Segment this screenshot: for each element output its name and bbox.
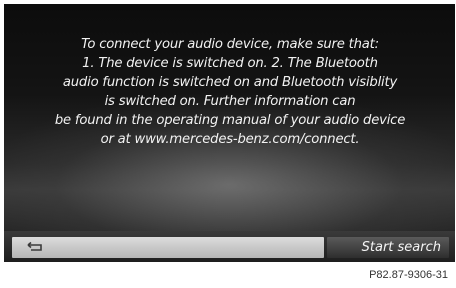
instruction-line: 1. The device is switched on. 2. The Blu…: [82, 56, 378, 71]
instruction-line: be found in the operating manual of your…: [54, 113, 406, 128]
display-screen: To connect your audio device, make sure …: [4, 4, 455, 262]
back-arrow-icon: [27, 241, 42, 251]
instruction-line: is switched on. Further information can: [104, 94, 356, 109]
connection-instructions: To connect your audio device, make sure …: [18, 35, 442, 149]
figure-reference-code: P82.87-9306-31: [369, 269, 448, 281]
instruction-line: audio function is switched on and Blueto…: [62, 75, 398, 90]
instruction-line: or at www.mercedes-benz.com/connect.: [100, 132, 360, 147]
instruction-line: To connect your audio device, make sure …: [81, 37, 379, 52]
start-search-button[interactable]: Start search: [327, 237, 449, 258]
bottom-menu-bar: Start search: [4, 231, 455, 262]
back-button[interactable]: [12, 237, 324, 258]
